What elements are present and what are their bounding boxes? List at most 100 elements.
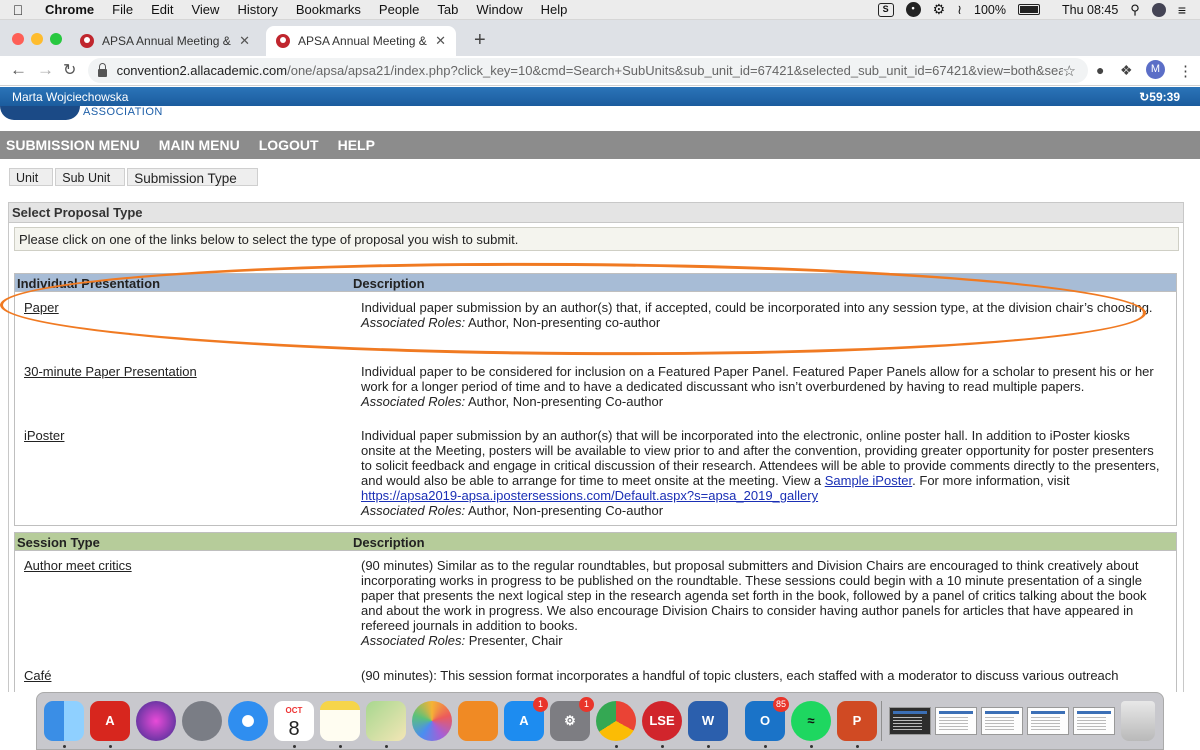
more-menu-icon[interactable]: ⋮ bbox=[1178, 62, 1193, 80]
puzzle-extensions-icon[interactable]: ❖ bbox=[1120, 62, 1133, 79]
row-description: Individual paper submission by an author… bbox=[361, 428, 1166, 518]
calendar-day: 8 bbox=[288, 718, 300, 740]
browser-tab-strip: APSA Annual Meeting & Exhibi ✕ APSA Annu… bbox=[0, 20, 1200, 56]
menu-extras: S • ⚙ ≀ 100% Thu 08:45 ⚲ ≡ bbox=[877, 1, 1200, 18]
roles-value: Author, Non-presenting Co-author bbox=[467, 503, 664, 518]
description-text: (90 minutes): This session format incorp… bbox=[361, 668, 1119, 683]
launchpad-icon[interactable] bbox=[182, 701, 222, 741]
tab-apsa-1[interactable]: APSA Annual Meeting & Exhibi ✕ bbox=[70, 26, 260, 56]
control-center-icon[interactable]: ≡ bbox=[1178, 2, 1186, 18]
safari-icon[interactable] bbox=[228, 701, 268, 741]
maps-icon[interactable] bbox=[366, 701, 406, 741]
close-tab-icon[interactable]: ✕ bbox=[435, 33, 446, 49]
app-store-icon[interactable]: A1 bbox=[504, 697, 548, 741]
back-icon[interactable]: ← bbox=[10, 60, 27, 80]
finder-icon[interactable] bbox=[44, 701, 84, 741]
description-text-2: . For more information, visit bbox=[912, 473, 1070, 488]
outlook-icon[interactable]: O 85 bbox=[745, 697, 789, 741]
dock-separator bbox=[881, 701, 882, 741]
minimized-window-thumbnail[interactable] bbox=[1073, 707, 1115, 735]
user-switch-icon[interactable] bbox=[1151, 2, 1166, 17]
help-link[interactable]: HELP bbox=[338, 137, 375, 153]
menu-bookmarks[interactable]: Bookmarks bbox=[287, 2, 370, 17]
maximize-window-button[interactable] bbox=[50, 33, 62, 45]
minimize-window-button[interactable] bbox=[31, 33, 43, 45]
status-s-icon[interactable]: S bbox=[877, 2, 894, 17]
running-indicator bbox=[385, 745, 388, 748]
status-settings-icon[interactable]: ⚙ bbox=[933, 1, 946, 18]
spotify-icon[interactable]: ≈ bbox=[791, 701, 831, 741]
tab-title: APSA Annual Meeting & Exhibi bbox=[298, 34, 429, 48]
url-path: /one/apsa/apsa21/index.php?click_key=10&… bbox=[287, 63, 1063, 78]
acrobat-icon[interactable]: A bbox=[90, 701, 130, 741]
address-bar[interactable]: convention2.allacademic.com/one/apsa/aps… bbox=[88, 58, 1088, 83]
menu-history[interactable]: History bbox=[228, 2, 286, 17]
minimized-window-thumbnail[interactable] bbox=[1027, 707, 1069, 735]
row-description: Individual paper to be considered for in… bbox=[361, 364, 1166, 409]
minimized-window-thumbnail[interactable] bbox=[981, 707, 1023, 735]
calendar-icon[interactable]: OCT 8 bbox=[274, 701, 314, 741]
word-icon[interactable]: W bbox=[688, 701, 728, 741]
main-menu-link[interactable]: MAIN MENU bbox=[159, 137, 240, 153]
logout-link[interactable]: LOGOUT bbox=[259, 137, 319, 153]
powerpoint-icon[interactable]: P bbox=[837, 701, 877, 741]
web-page: Marta Wojciechowska ↻59:39 ASSOCIATION S… bbox=[0, 87, 1200, 692]
table-row: iPoster Individual paper submission by a… bbox=[15, 428, 1176, 524]
menu-tab[interactable]: Tab bbox=[428, 2, 467, 17]
close-window-button[interactable] bbox=[12, 33, 24, 45]
books-icon[interactable] bbox=[458, 701, 498, 741]
close-tab-icon[interactable]: ✕ bbox=[239, 33, 250, 49]
submission-menu-link[interactable]: SUBMISSION MENU bbox=[6, 137, 140, 153]
battery-icon[interactable] bbox=[1018, 4, 1040, 15]
lse-icon[interactable]: LSE bbox=[642, 701, 682, 741]
header-description: Description bbox=[353, 535, 425, 550]
menu-edit[interactable]: Edit bbox=[142, 2, 182, 17]
notes-icon[interactable] bbox=[320, 701, 360, 741]
iposter-link[interactable]: iPoster bbox=[24, 428, 64, 443]
menu-file[interactable]: File bbox=[103, 2, 142, 17]
menu-help[interactable]: Help bbox=[532, 2, 577, 17]
macos-dock: A OCT 8 A1 ⚙ 1 LSE W O 85 ≈ P bbox=[36, 692, 1164, 750]
table-row: Café (90 minutes): This session format i… bbox=[15, 668, 1176, 692]
profile-avatar[interactable]: M bbox=[1146, 60, 1165, 79]
browser-toolbar: ← → ↻ convention2.allacademic.com/one/ap… bbox=[0, 56, 1200, 86]
author-meet-critics-link[interactable]: Author meet critics bbox=[24, 558, 132, 573]
iposter-gallery-link[interactable]: https://apsa2019-apsa.ipostersessions.co… bbox=[361, 488, 818, 503]
battery-percent[interactable]: 100% bbox=[974, 3, 1006, 17]
roles-label: Associated Roles: bbox=[361, 503, 466, 518]
menu-window[interactable]: Window bbox=[467, 2, 531, 17]
photos-icon[interactable] bbox=[412, 701, 452, 741]
sample-iposter-link[interactable]: Sample iPoster bbox=[825, 473, 912, 488]
system-preferences-icon[interactable]: ⚙ 1 bbox=[550, 697, 594, 741]
user-name: Marta Wojciechowska bbox=[12, 90, 129, 104]
clock[interactable]: Thu 08:45 bbox=[1062, 3, 1118, 17]
apple-icon[interactable]:  bbox=[0, 2, 36, 18]
tab-apsa-2[interactable]: APSA Annual Meeting & Exhibi ✕ bbox=[266, 26, 456, 56]
30-minute-paper-presentation-link[interactable]: 30-minute Paper Presentation bbox=[24, 364, 197, 379]
macos-menu-bar:  Chrome File Edit View History Bookmark… bbox=[0, 0, 1200, 20]
breadcrumb-unit[interactable]: Unit bbox=[9, 168, 54, 186]
apsa-favicon-icon bbox=[276, 34, 290, 48]
bookmark-star-icon[interactable]: ☆ bbox=[1063, 62, 1076, 80]
wifi-icon[interactable]: ≀ bbox=[957, 2, 962, 18]
minimized-window-thumbnail[interactable] bbox=[935, 707, 977, 735]
tab-title: APSA Annual Meeting & Exhibi bbox=[102, 34, 233, 48]
forward-icon[interactable]: → bbox=[37, 60, 54, 80]
menu-app-name[interactable]: Chrome bbox=[36, 2, 103, 17]
spotlight-search-icon[interactable]: ⚲ bbox=[1130, 2, 1140, 18]
reload-icon[interactable]: ↻ bbox=[63, 60, 76, 80]
status-circle-icon[interactable]: • bbox=[905, 2, 921, 17]
trash-icon[interactable] bbox=[1121, 701, 1155, 741]
chrome-icon[interactable] bbox=[596, 701, 636, 741]
extension-icon[interactable]: ● bbox=[1096, 62, 1104, 78]
breadcrumb-sub-unit[interactable]: Sub Unit bbox=[55, 168, 126, 186]
new-tab-button[interactable]: + bbox=[474, 30, 486, 50]
lock-icon[interactable] bbox=[98, 62, 107, 77]
logo-text: ASSOCIATION bbox=[83, 106, 163, 118]
row-description: (90 minutes): This session format incorp… bbox=[361, 668, 1166, 683]
minimized-window-thumbnail[interactable] bbox=[889, 707, 931, 735]
menu-people[interactable]: People bbox=[370, 2, 428, 17]
cafe-link[interactable]: Café bbox=[24, 668, 51, 683]
siri-icon[interactable] bbox=[136, 701, 176, 741]
menu-view[interactable]: View bbox=[182, 2, 228, 17]
